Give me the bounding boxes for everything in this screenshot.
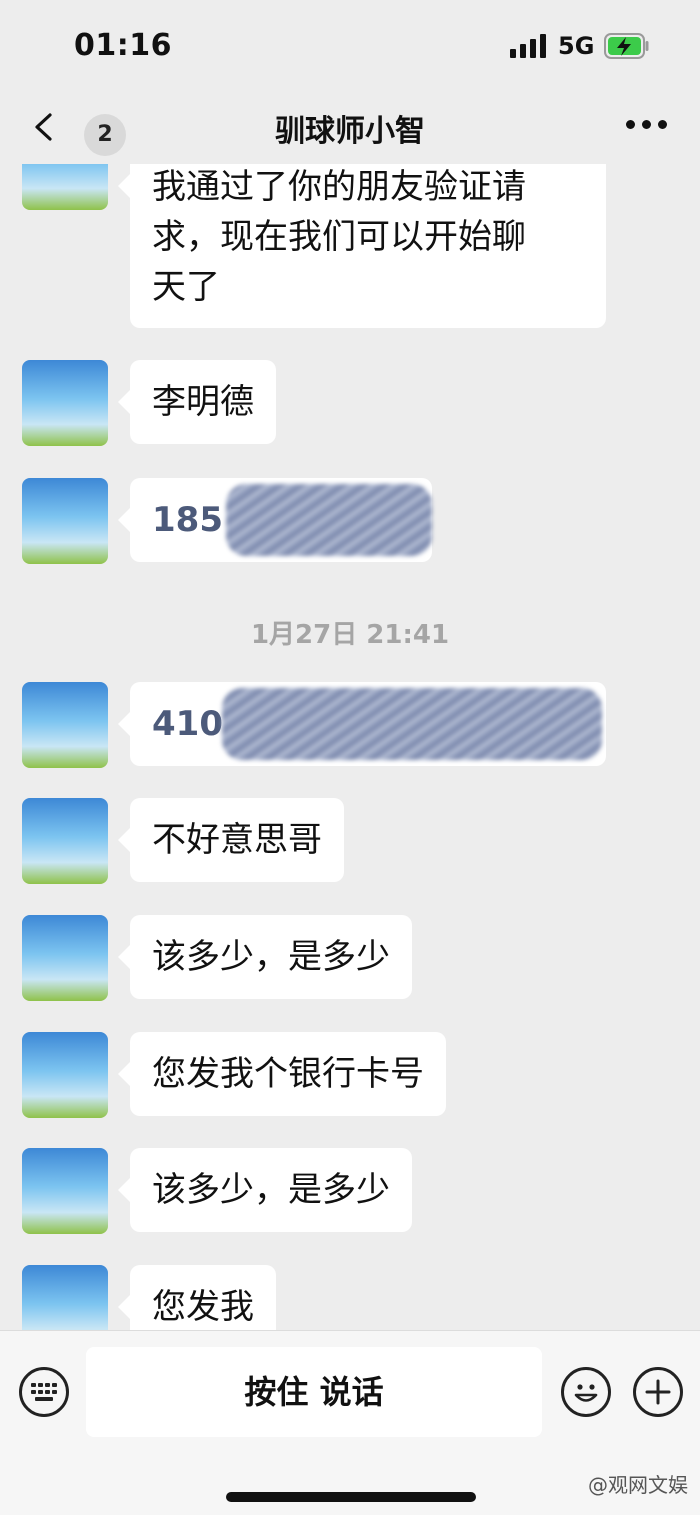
message-bubble[interactable]: 您发我个银行卡号 [118, 1032, 446, 1116]
contact-avatar[interactable] [22, 360, 108, 446]
message-list[interactable]: 我通过了你的朋友验证请 求，现在我们可以开始聊 天了 李明德 185 1月27日… [0, 164, 700, 1330]
chat-title: 驯球师小智 [275, 114, 425, 149]
signal-bars-icon [510, 34, 550, 58]
redacted-number-prefix: 410 [152, 704, 223, 744]
battery-charging-icon [604, 33, 650, 59]
contact-avatar[interactable] [22, 798, 108, 884]
contact-avatar[interactable] [22, 478, 108, 564]
redaction-scribble [226, 484, 432, 556]
message-bubble[interactable]: 我通过了你的朋友验证请 求，现在我们可以开始聊 天了 [118, 164, 606, 328]
status-bar: 01:16 5G [0, 0, 700, 92]
contact-avatar[interactable] [22, 915, 108, 1001]
contact-avatar[interactable] [22, 682, 108, 768]
contact-avatar[interactable] [22, 1265, 108, 1330]
message-timestamp: 1月27日 21:41 [250, 620, 450, 650]
chat-input-bar: 按住 说话 @观网文娱 [0, 1330, 700, 1515]
keyboard-icon[interactable] [19, 1367, 69, 1417]
message-bubble[interactable]: 该多少，是多少 [118, 1148, 412, 1232]
contact-avatar[interactable] [22, 1032, 108, 1118]
message-bubble[interactable]: 不好意思哥 [118, 798, 344, 882]
message-bubble[interactable]: 李明德 [118, 360, 276, 444]
contact-avatar[interactable] [22, 1148, 108, 1234]
status-time: 01:16 [74, 28, 172, 63]
message-bubble[interactable]: 您发我 [118, 1265, 276, 1330]
message-bubble[interactable]: 该多少，是多少 [118, 915, 412, 999]
chat-header: 2 驯球师小智 [0, 92, 700, 164]
contact-avatar[interactable] [22, 164, 108, 210]
redaction-scribble [222, 688, 602, 760]
message-text: 我通过了你的朋友验证请 [152, 167, 526, 207]
message-text: 天了 [152, 267, 220, 307]
emoji-icon[interactable] [561, 1367, 611, 1417]
more-dots-icon[interactable] [622, 110, 672, 140]
watermark: @观网文娱 [588, 1473, 688, 1497]
message-text: 求，现在我们可以开始聊 [152, 217, 526, 257]
home-indicator[interactable] [226, 1492, 476, 1502]
hold-to-talk-button[interactable]: 按住 说话 [86, 1347, 542, 1437]
plus-icon[interactable] [633, 1367, 683, 1417]
network-type: 5G [558, 32, 595, 60]
redacted-number-prefix: 185 [152, 500, 223, 540]
